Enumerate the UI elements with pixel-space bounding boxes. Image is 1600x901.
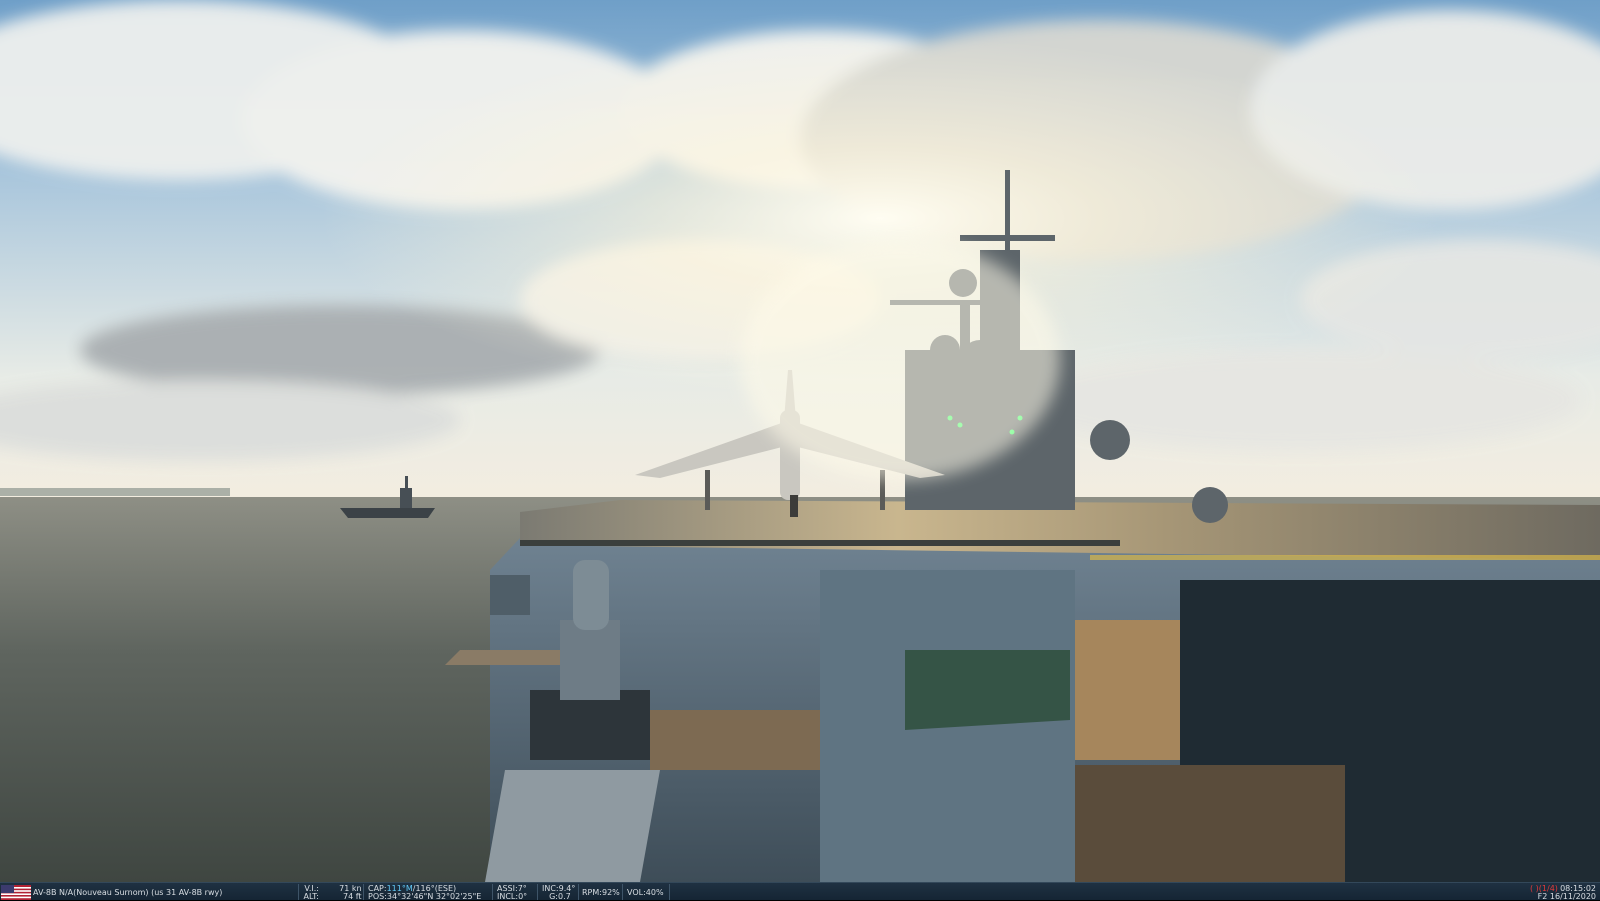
attitude-group: ASSI:7° INCL:0° xyxy=(497,884,527,901)
volume-group: VOL:40% xyxy=(627,888,664,897)
unit-name: AV-8B N/A(Nouveau Surnom) (us 31 AV-8B r… xyxy=(33,888,223,897)
vol-label: VOL: xyxy=(627,888,646,897)
divider xyxy=(537,884,538,900)
divider xyxy=(622,884,623,900)
carrier xyxy=(445,538,1600,882)
heading-position-group: CAP:111°M/116°(ESE) POS:34°32'46"N 32°02… xyxy=(368,884,481,901)
status-bar: AV-8B N/A(Nouveau Surnom) (us 31 AV-8B r… xyxy=(0,882,1600,901)
vol-value: 40% xyxy=(645,888,664,897)
rpm-group: RPM:92% xyxy=(582,888,620,897)
divider xyxy=(298,884,299,900)
clock-date: F2 16/11/2020 xyxy=(1537,892,1596,901)
speed-altitude-group: V.I.: 71 kn ALT: 74 ft xyxy=(303,884,361,901)
clock-group: 08:15:02 F2 16/11/2020 xyxy=(1537,884,1596,901)
rpm-value: 92% xyxy=(601,888,620,897)
inc-g-group: INC:9.4° G:0.7 xyxy=(542,884,575,901)
divider xyxy=(669,884,670,900)
divider xyxy=(578,884,579,900)
clock-time: 08:15:02 xyxy=(1560,884,1596,893)
game-scene xyxy=(0,0,1600,882)
rpm-label: RPM: xyxy=(582,888,602,897)
divider xyxy=(363,884,364,900)
us-flag-icon xyxy=(1,885,31,900)
divider xyxy=(492,884,493,900)
